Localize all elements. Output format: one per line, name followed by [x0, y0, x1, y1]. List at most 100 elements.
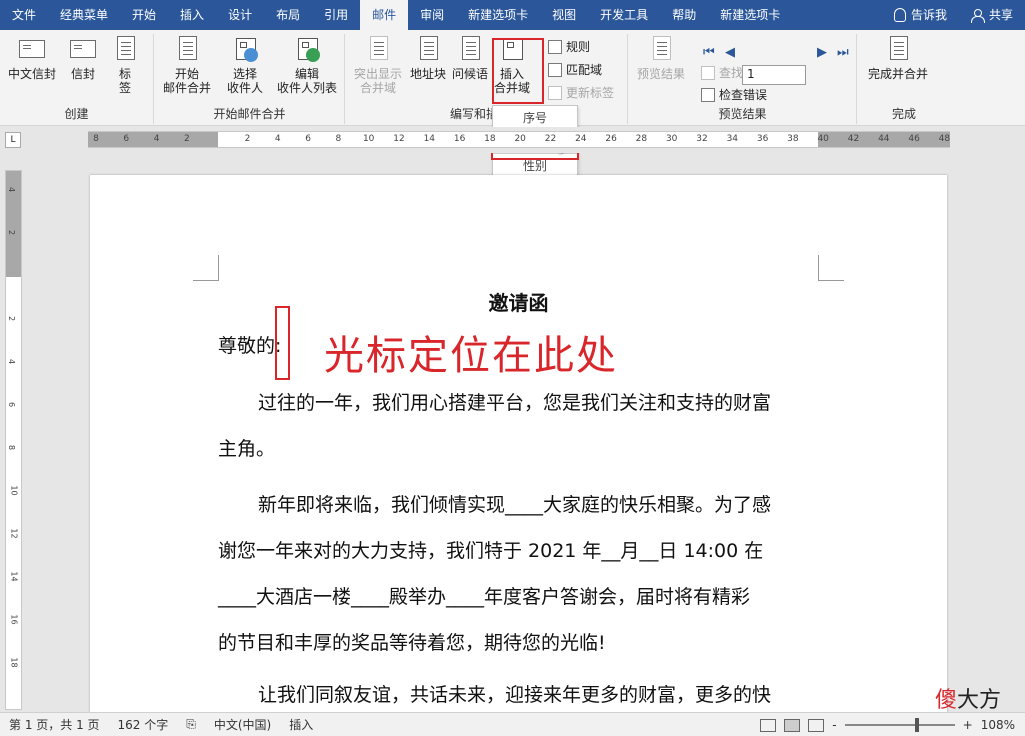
zoom-slider[interactable]	[844, 718, 955, 732]
rules-button[interactable]: 规则	[548, 38, 590, 55]
tab-selector-icon[interactable]: L	[5, 132, 21, 148]
vertical-ruler-number: 18	[9, 657, 19, 668]
start-merge-label-line2: 邮件合并	[163, 81, 212, 95]
labels-button[interactable]: 标 签	[110, 36, 140, 95]
envelope-button[interactable]: 信封	[68, 36, 98, 81]
tell-me-button[interactable]: 告诉我	[882, 0, 959, 30]
tab-classic-menu[interactable]: 经典菜单	[48, 0, 120, 30]
record-number-input[interactable]: 1	[742, 65, 806, 85]
read-mode-icon[interactable]	[760, 718, 777, 732]
ruler-number: 8	[335, 134, 342, 144]
tab-file[interactable]: 文件	[0, 0, 48, 30]
document-page[interactable]: 邀请函 尊敬的: 光标定位在此处 过往的一年，我们用心搭建平台，您是我们关注和支…	[90, 175, 947, 715]
vertical-ruler-number: 2	[7, 229, 17, 236]
update-labels-button[interactable]: 更新标签	[548, 84, 614, 101]
address-block-button[interactable]: 地址块	[410, 36, 446, 81]
ruler-number: 22	[544, 134, 557, 144]
tab-insert[interactable]: 插入	[168, 0, 216, 30]
previous-record-icon[interactable]: ◀	[725, 45, 735, 60]
ruler-number: 28	[635, 134, 648, 144]
insert-mode[interactable]: 插入	[280, 716, 322, 733]
vertical-ruler-number: 4	[7, 186, 17, 193]
document-icon	[179, 36, 197, 60]
greeting-line-button[interactable]: 问候语	[452, 36, 488, 81]
greeting-line-label: 问候语	[452, 67, 489, 81]
ruler-number: 18	[484, 134, 496, 144]
ruler-number: 4	[153, 134, 160, 144]
ruler-number: 42	[847, 134, 860, 144]
rules-label: 规则	[566, 40, 591, 54]
address-block-icon	[420, 36, 438, 60]
tab-new-tab-1[interactable]: 新建选项卡	[456, 0, 540, 30]
last-record-icon[interactable]: ⏭	[837, 45, 849, 60]
tab-layout[interactable]: 布局	[264, 0, 312, 30]
first-record-icon[interactable]: ⏮	[703, 45, 715, 60]
tab-design[interactable]: 设计	[216, 0, 264, 30]
zoom-in-button[interactable]: +	[963, 718, 973, 732]
check-errors-icon	[701, 87, 715, 102]
share-button[interactable]: 共享	[959, 0, 1025, 30]
vertical-ruler-number: 6	[7, 401, 17, 408]
tab-new-tab-2[interactable]: 新建选项卡	[708, 0, 792, 30]
start-mail-merge-button[interactable]: 开始 邮件合并	[163, 36, 211, 95]
chinese-envelope-label: 中文信封	[8, 67, 57, 81]
tab-developer[interactable]: 开发工具	[588, 0, 660, 30]
paragraph-2-line-2: 谢您一年来对的大力支持，我们特于 2021 年__月__日 14:00 在	[218, 540, 764, 562]
tab-home[interactable]: 开始	[120, 0, 168, 30]
ruler-number: 10	[362, 134, 375, 144]
ruler-number: 32	[696, 134, 708, 144]
highlight-label-line1: 突出显示	[354, 67, 403, 81]
ruler-number: 6	[305, 134, 311, 144]
group-create: 中文信封 信封 标 签 创建	[0, 34, 154, 124]
ruler-number: 26	[605, 134, 617, 144]
tab-mailings[interactable]: 邮件	[360, 0, 409, 30]
tab-help[interactable]: 帮助	[660, 0, 708, 30]
watermark-part-2: 大方	[957, 688, 1002, 713]
ruler-number: 46	[908, 134, 920, 144]
word-count[interactable]: 162 个字	[109, 716, 178, 733]
vertical-ruler-number: 2	[7, 315, 17, 322]
people-icon	[244, 48, 258, 62]
select-recipients-button[interactable]: 选择 收件人	[227, 36, 263, 95]
ruler-number: 38	[787, 134, 799, 144]
zoom-level[interactable]: 108%	[981, 718, 1015, 732]
watermark-logo: 傻大方	[935, 682, 1001, 714]
language-indicator[interactable]: 中文(中国)	[205, 716, 280, 733]
edit-recipient-list-button[interactable]: 编辑 收件人列表	[277, 36, 337, 95]
edit-people-icon	[306, 48, 320, 62]
envelope-icon	[19, 40, 45, 58]
group-start-merge: 开始 邮件合并 选择 收件人 编辑 收件人列表 开始邮件合并	[155, 34, 345, 124]
next-record-icon[interactable]: ▶	[817, 45, 827, 60]
zoom-out-button[interactable]: -	[832, 718, 836, 732]
rules-icon	[548, 39, 562, 54]
cursor-position-highlight-box	[275, 306, 290, 380]
edit-list-label-line1: 编辑	[295, 67, 320, 81]
group-write-insert-label: 编写和插	[450, 107, 499, 121]
finish-merge-label: 完成并合并	[868, 67, 929, 81]
page-count[interactable]: 第 1 页，共 1 页	[0, 716, 109, 733]
paragraph-2-line-3: ____大酒店一楼____殿举办____年度客户答谢会，届时将有精彩	[218, 586, 751, 608]
web-layout-icon[interactable]	[808, 718, 825, 732]
horizontal-ruler[interactable]: L 8 6 4 2 2 4 6 8 10 12 14 16 18 20 22 24 26 28 30 32 34 36 38…	[0, 127, 1025, 153]
match-fields-button[interactable]: 匹配域	[548, 61, 602, 78]
proofing-icon[interactable]: ⎘	[177, 717, 205, 732]
preview-results-label: 预览结果	[637, 67, 686, 81]
ruler-number: 4	[274, 134, 281, 144]
preview-results-button[interactable]: 预览结果	[637, 36, 685, 81]
tab-review[interactable]: 审阅	[408, 0, 456, 30]
check-errors-button[interactable]: 检查错误	[701, 86, 767, 103]
highlight-merge-fields-button[interactable]: 突出显示 合并域	[354, 36, 402, 95]
tab-references[interactable]: 引用	[312, 0, 360, 30]
vertical-ruler-number: 10	[9, 485, 19, 496]
document-title: 邀请函	[488, 291, 549, 315]
finish-merge-icon	[890, 36, 908, 60]
chinese-envelope-button[interactable]: 中文信封	[8, 36, 56, 81]
select-recipients-label-line2: 收件人	[227, 81, 264, 95]
print-layout-icon[interactable]	[784, 718, 801, 732]
tab-view[interactable]: 视图	[540, 0, 588, 30]
vertical-ruler[interactable]: 4 2 2 4 6 8 10 12 14 16 18	[5, 170, 22, 710]
vertical-ruler-number: 16	[9, 614, 19, 625]
finish-merge-button[interactable]: 完成并合并	[868, 36, 928, 81]
ruler-number: 2	[184, 134, 190, 144]
ruler-number: 36	[756, 134, 769, 144]
